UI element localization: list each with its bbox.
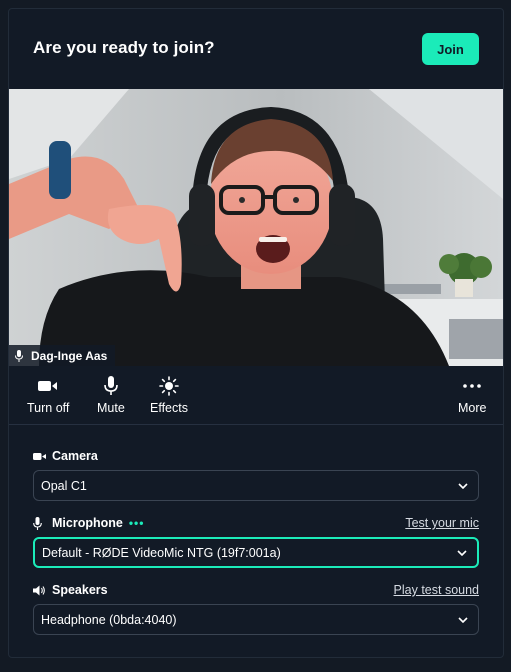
page-title: Are you ready to join? [33, 38, 215, 57]
microphone-icon [104, 376, 118, 396]
camera-select[interactable]: Opal C1 [33, 470, 479, 501]
microphone-label-text: Microphone [52, 516, 123, 530]
video-camera-icon [38, 376, 58, 396]
participant-name-tag: Dag-Inge Aas [9, 345, 116, 366]
chevron-down-icon [458, 482, 468, 489]
more-dots-icon [463, 376, 482, 396]
effects-label: Effects [150, 401, 188, 415]
microphone-icon [15, 349, 23, 362]
camera-setting: Camera Opal C1 [33, 448, 479, 501]
camera-select-value: Opal C1 [41, 478, 87, 493]
speakers-label-text: Speakers [52, 583, 108, 597]
mute-label: Mute [97, 401, 125, 415]
camera-preview: Dag-Inge Aas [9, 89, 503, 366]
speakers-select-value: Headphone (0bda:4040) [41, 612, 177, 627]
microphone-setting: Microphone ••• Test your mic Default - R… [33, 515, 479, 568]
chevron-down-icon [457, 549, 467, 556]
microphone-icon [33, 516, 47, 530]
sparkle-effects-icon [159, 376, 179, 396]
speakers-setting: Speakers Play test sound Headphone (0bda… [33, 582, 479, 635]
camera-preview-image [9, 89, 503, 366]
test-mic-link[interactable]: Test your mic [405, 516, 479, 530]
more-label: More [458, 401, 487, 415]
camera-toggle-button[interactable]: Turn off [27, 376, 69, 420]
camera-toggle-label: Turn off [27, 401, 70, 415]
more-button[interactable]: More [458, 376, 486, 420]
mute-button[interactable]: Mute [97, 376, 125, 420]
microphone-select-value: Default - RØDE VideoMic NTG (19f7:001a) [42, 545, 281, 560]
video-camera-icon [33, 452, 47, 461]
media-controls: Turn off Mute Effects More [9, 366, 503, 425]
participant-name: Dag-Inge Aas [31, 348, 108, 363]
microphone-select[interactable]: Default - RØDE VideoMic NTG (19f7:001a) [33, 537, 479, 568]
speakers-select[interactable]: Headphone (0bda:4040) [33, 604, 479, 635]
play-test-sound-link[interactable]: Play test sound [394, 583, 479, 597]
effects-button[interactable]: Effects [150, 376, 188, 420]
audio-level-dots-icon: ••• [128, 516, 145, 530]
header: Are you ready to join? Join [9, 9, 503, 89]
speaker-icon [33, 585, 47, 596]
camera-setting-label: Camera [33, 448, 479, 464]
join-button[interactable]: Join [422, 33, 479, 65]
prejoin-panel: Are you ready to join? Join Dag-Inge Aas… [8, 8, 504, 658]
chevron-down-icon [458, 616, 468, 623]
camera-label-text: Camera [52, 449, 98, 463]
